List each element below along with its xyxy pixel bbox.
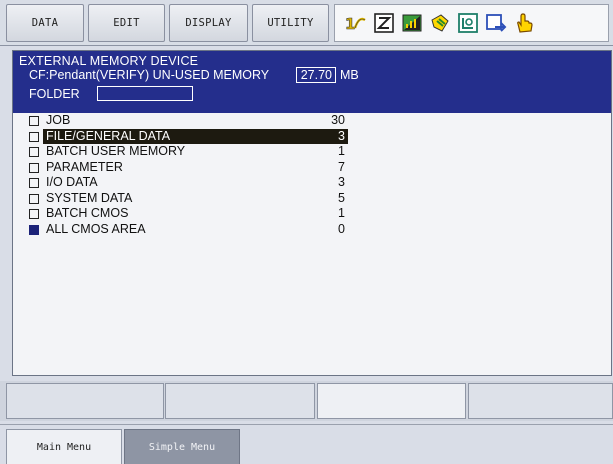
list-item-count: 30	[331, 113, 345, 127]
list-item-count: 1	[338, 144, 345, 158]
robot-axis-icon: 1	[345, 12, 367, 34]
header-block: EXTERNAL MEMORY DEVICE CF:Pendant(VERIFY…	[13, 51, 611, 113]
cycle-icon	[485, 12, 507, 34]
checkbox-icon[interactable]	[29, 193, 39, 204]
utility-menu-button[interactable]: UTILITY	[252, 4, 329, 42]
checkbox-icon[interactable]	[29, 178, 39, 188]
checkbox-icon[interactable]	[29, 116, 39, 126]
edit-mode-icon	[373, 12, 395, 34]
folder-label: FOLDER	[29, 87, 80, 101]
unused-memory-value: 27.70	[296, 67, 336, 83]
list-item-label: PARAMETER	[46, 159, 123, 174]
svg-text:1: 1	[345, 15, 355, 33]
data-item-list: JOB 30 FILE/GENERAL DATA 3 BATCH USER MEMORY…	[13, 113, 611, 237]
list-item-label: SYSTEM DATA	[46, 190, 133, 205]
list-item-label: BATCH USER MEMORY	[46, 144, 186, 158]
speed-chart-icon	[401, 12, 423, 34]
list-item[interactable]: FILE/GENERAL DATA 3	[13, 128, 611, 144]
top-menu-bar: DATA EDIT DISPLAY UTILITY 1	[0, 0, 613, 46]
list-item-label: ALL CMOS AREA	[46, 221, 146, 236]
soft-key-3[interactable]	[317, 383, 466, 419]
servo-hand-icon	[513, 12, 535, 34]
folder-field[interactable]	[97, 86, 193, 101]
checkbox-icon[interactable]	[29, 131, 39, 142]
list-item[interactable]: BATCH CMOS 1	[13, 206, 611, 222]
main-menu-tab[interactable]: Main Menu	[6, 429, 122, 464]
bottom-tab-bar: Main Menu Simple Menu	[0, 424, 613, 464]
list-item-count: 3	[338, 175, 345, 189]
soft-key-1[interactable]	[6, 383, 164, 419]
list-item[interactable]: JOB 30	[13, 113, 611, 129]
list-item-label: BATCH CMOS	[46, 206, 129, 220]
data-menu-button[interactable]: DATA	[6, 4, 84, 42]
tool-icon	[429, 12, 451, 34]
list-item-count: 7	[338, 159, 345, 174]
checked-box-icon[interactable]	[29, 224, 39, 235]
checkbox-icon[interactable]	[29, 147, 39, 157]
list-item[interactable]: BATCH USER MEMORY 1	[13, 144, 611, 160]
edit-menu-button[interactable]: EDIT	[88, 4, 165, 42]
main-panel: EXTERNAL MEMORY DEVICE CF:Pendant(VERIFY…	[12, 50, 612, 376]
list-item-count: 1	[338, 206, 345, 220]
list-item-count: 3	[338, 128, 345, 143]
list-item-count: 0	[338, 221, 345, 236]
checkbox-icon[interactable]	[29, 209, 39, 219]
list-item-count: 5	[338, 190, 345, 205]
soft-key-2[interactable]	[165, 383, 315, 419]
list-item[interactable]: PARAMETER 7	[13, 160, 611, 176]
list-item[interactable]: I/O DATA 3	[13, 175, 611, 191]
display-menu-button[interactable]: DISPLAY	[169, 4, 248, 42]
list-item[interactable]: SYSTEM DATA 5	[13, 191, 611, 207]
simple-menu-tab[interactable]: Simple Menu	[124, 429, 240, 464]
list-item-label: I/O DATA	[46, 175, 98, 189]
coordinate-icon	[457, 12, 479, 34]
list-item[interactable]: ALL CMOS AREA 0	[13, 222, 611, 238]
soft-key-bar	[0, 381, 613, 421]
checkbox-icon[interactable]	[29, 162, 39, 173]
list-item-label: FILE/GENERAL DATA	[46, 128, 171, 143]
memory-unit: MB	[340, 68, 359, 82]
list-item-label: JOB	[46, 113, 71, 127]
page-title: EXTERNAL MEMORY DEVICE	[19, 54, 199, 68]
status-icon-strip: 1	[334, 4, 609, 42]
soft-key-4[interactable]	[468, 383, 613, 419]
device-memory-label: CF:Pendant(VERIFY) UN-USED MEMORY	[29, 68, 270, 82]
